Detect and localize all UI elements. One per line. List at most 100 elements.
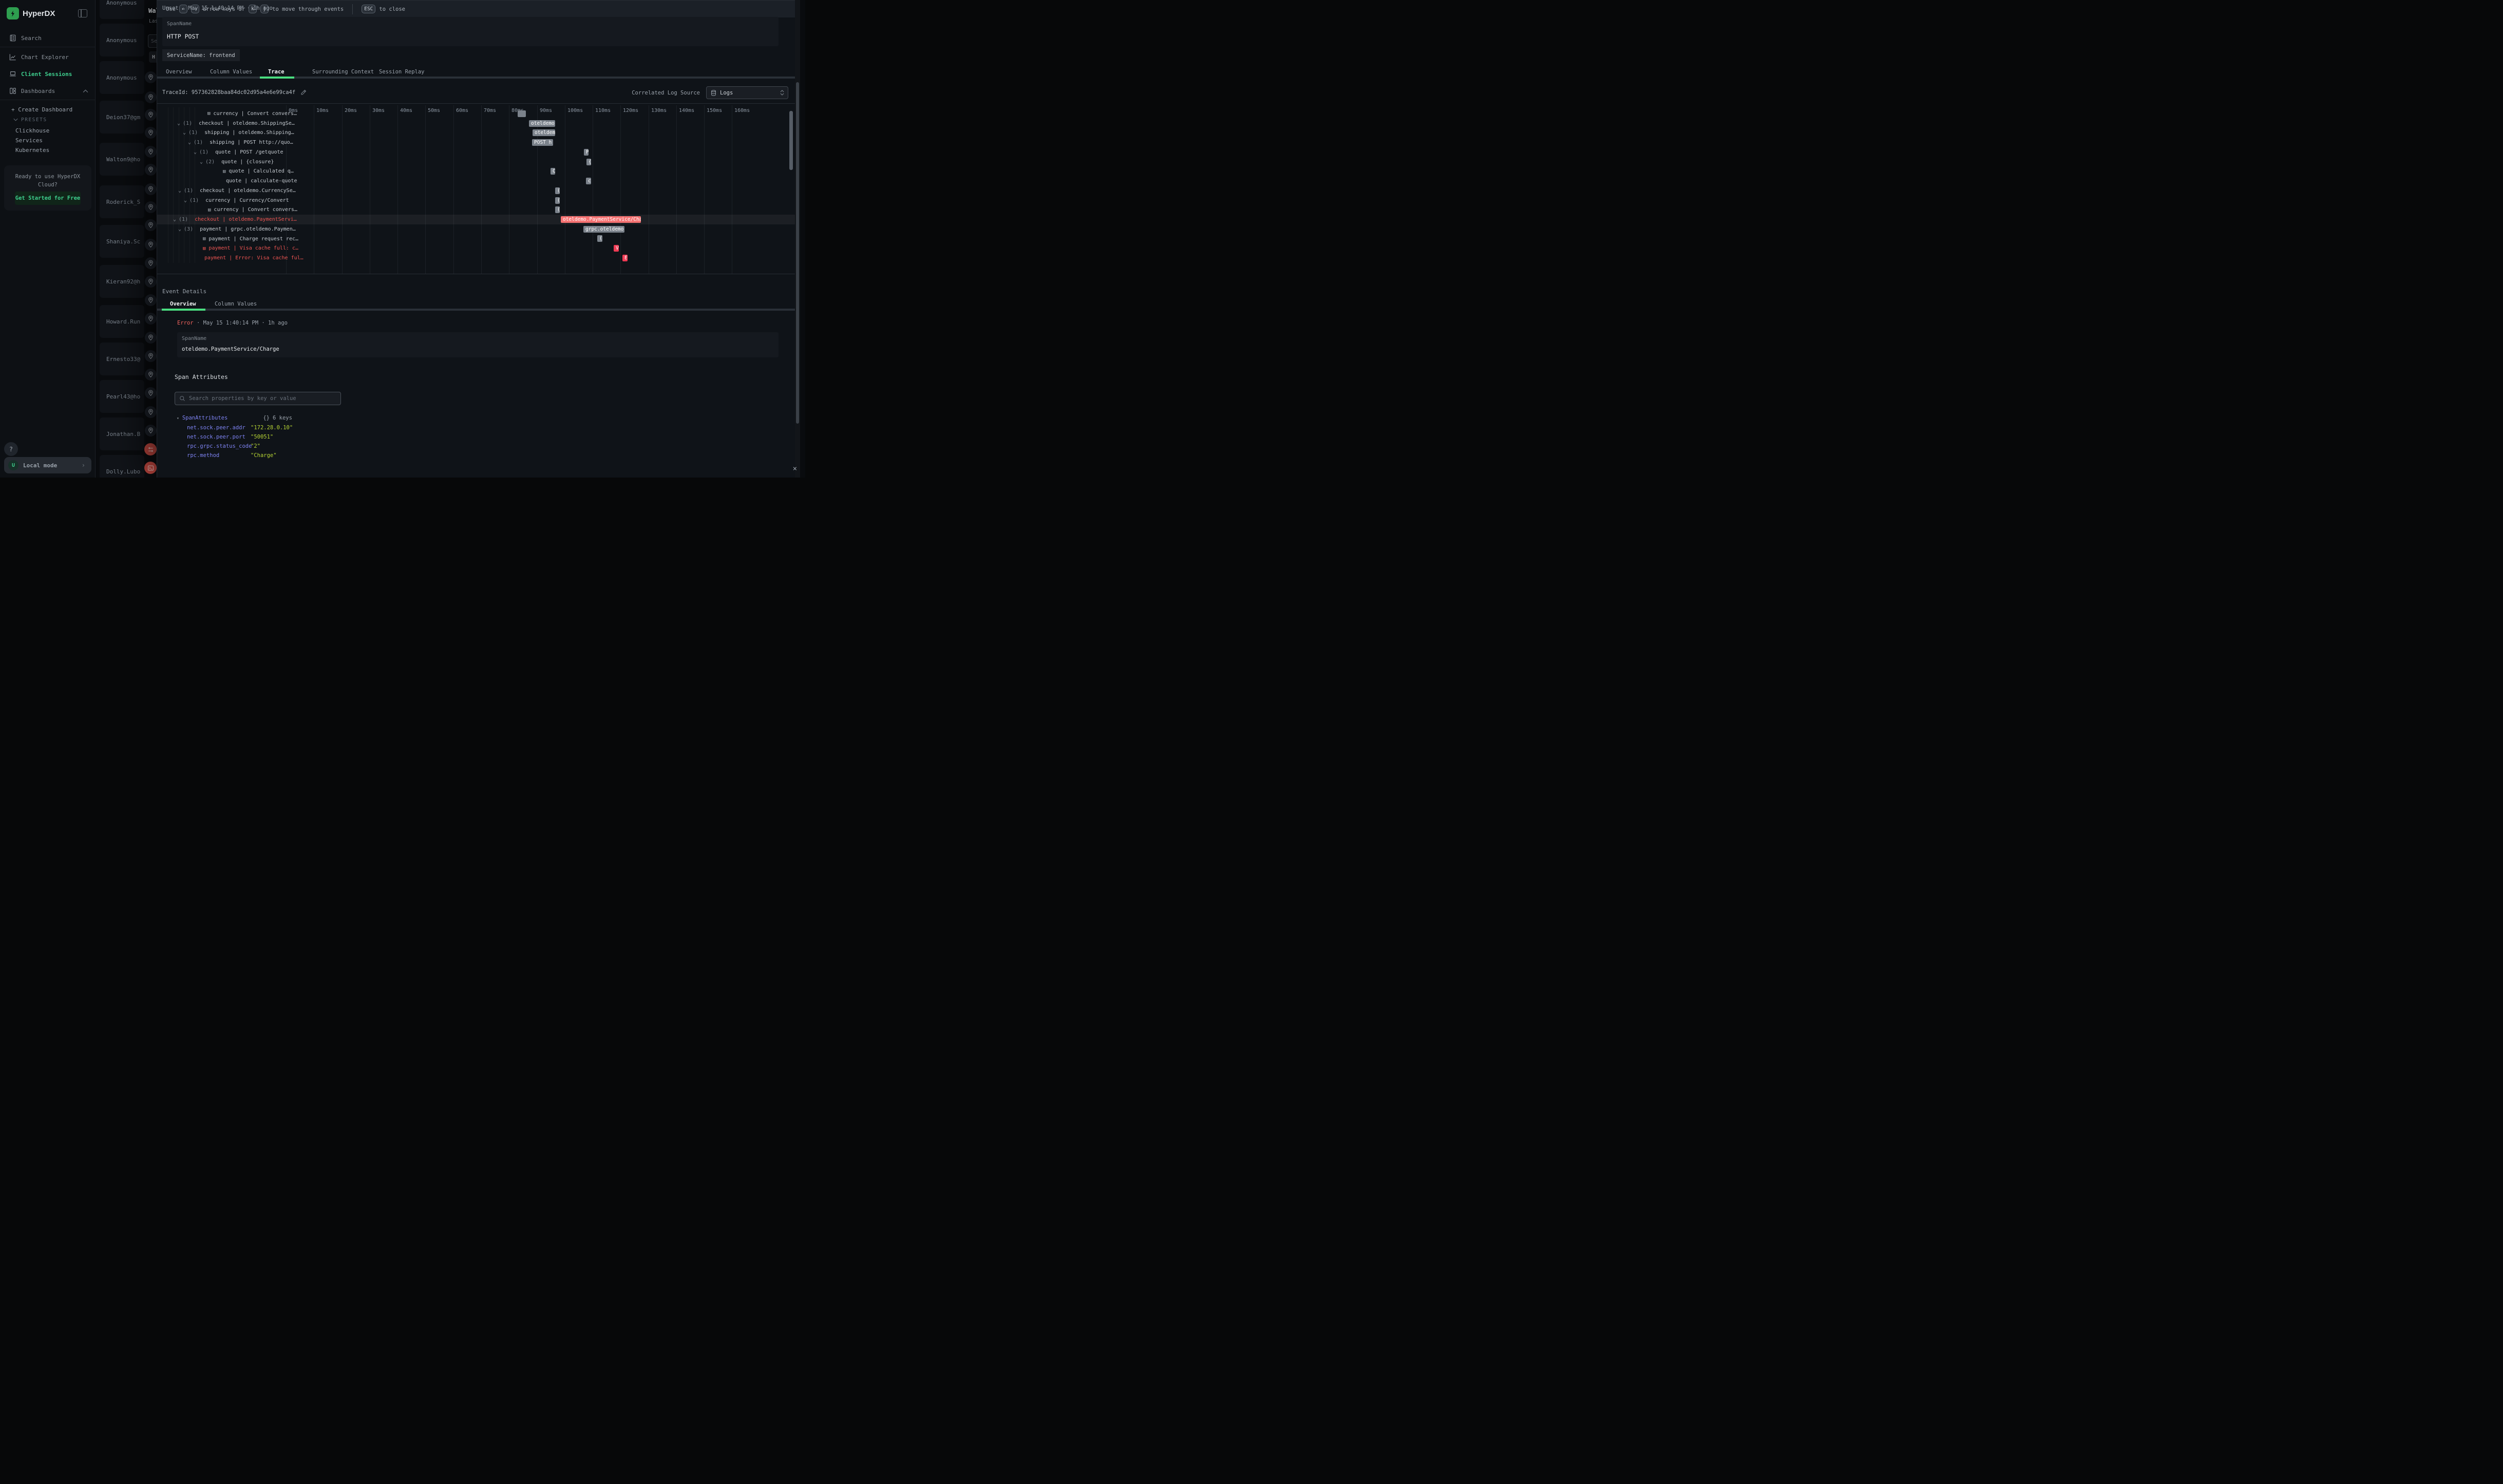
session-list-item[interactable]: Shaniya.Sc xyxy=(100,225,144,258)
attributes-search-input[interactable]: Search properties by key or value xyxy=(175,392,341,405)
close-icon[interactable]: × xyxy=(793,465,797,473)
hidden-panel-button[interactable]: H xyxy=(149,51,157,63)
session-list-item[interactable]: Anonymous xyxy=(100,24,144,56)
span-tree-row[interactable]: ⌄ (1) checkout | oteldemo.PaymentServi… xyxy=(157,215,795,224)
scrollbar-thumb[interactable] xyxy=(796,82,799,424)
span-duration-bar[interactable]: ( xyxy=(555,187,560,194)
span-tree-row[interactable]: ⌄ (1) currency | Currency/Convert xyxy=(157,196,795,205)
location-pin-icon[interactable] xyxy=(145,164,157,176)
tab-surrounding-context[interactable]: Surrounding Context xyxy=(312,69,374,75)
tab-trace[interactable]: Trace xyxy=(268,69,285,75)
presets-section-toggle[interactable]: PRESETS xyxy=(0,114,96,125)
span-tree-row[interactable]: ⌄ (1) checkout | oteldemo.ShippingSe… xyxy=(157,119,795,128)
span-duration-bar[interactable]: oteldem xyxy=(533,129,555,136)
row-chevron-icon[interactable]: ⌄ xyxy=(188,140,191,145)
create-dashboard-button[interactable]: + Create Dashboard xyxy=(0,104,96,115)
sidebar-collapse-icon[interactable] xyxy=(78,9,87,17)
location-pin-icon[interactable] xyxy=(145,201,157,213)
span-tree-row[interactable]: ⌄ (1) shipping | POST http://quo… xyxy=(157,138,795,147)
attribute-row[interactable]: rpc.grpc.status_code "2" xyxy=(187,443,546,452)
span-duration-bar[interactable]: ( xyxy=(597,235,602,242)
user-menu[interactable]: U Local mode › xyxy=(4,457,91,473)
row-chevron-icon[interactable]: ⌄ xyxy=(178,188,181,194)
span-duration-bar[interactable]: c xyxy=(586,178,591,184)
row-chevron-icon[interactable]: ⌄ xyxy=(194,149,197,155)
sidebar-item-chart-explorer[interactable]: Chart Explorer xyxy=(0,49,96,65)
location-pin-icon[interactable] xyxy=(145,219,157,231)
help-button[interactable]: ? xyxy=(4,442,18,456)
span-duration-bar[interactable]: P xyxy=(584,149,589,156)
tab-column-values[interactable]: Column Values xyxy=(210,69,252,75)
span-tree-row[interactable]: ▤ currency | Convert convers… xyxy=(157,109,795,119)
location-pin-icon[interactable] xyxy=(145,183,157,195)
sidebar-item-search[interactable]: Search xyxy=(0,30,96,46)
session-list-item[interactable]: Howard.Run xyxy=(100,305,144,338)
session-list-item[interactable]: Anonymous xyxy=(100,61,144,94)
span-duration-bar[interactable]: grpc.oteldemo. xyxy=(583,226,624,233)
span-duration-bar[interactable]: C xyxy=(551,168,555,175)
event-tab-overview[interactable]: Overview xyxy=(170,301,196,307)
span-tree-row[interactable]: ▤ payment | Charge request rec… xyxy=(157,234,795,244)
session-list-item[interactable]: Roderick_S xyxy=(100,185,144,218)
sidebar-item-dashboards[interactable]: Dashboards xyxy=(0,83,96,99)
session-list-item[interactable]: Kieran92@h xyxy=(100,265,144,298)
panel-scrollbar[interactable] xyxy=(795,0,800,478)
row-chevron-icon[interactable]: ⌄ xyxy=(173,217,176,222)
location-pin-icon[interactable] xyxy=(145,91,157,103)
location-pin-icon[interactable] xyxy=(145,369,157,380)
location-pin-icon[interactable] xyxy=(145,239,157,251)
span-tree-row[interactable]: ⌄ (1) shipping | oteldemo.Shipping… xyxy=(157,128,795,138)
service-name-chip[interactable]: ServiceName: frontend xyxy=(162,49,240,61)
event-tab-column-values[interactable]: Column Values xyxy=(215,301,257,307)
location-pin-icon[interactable] xyxy=(145,332,157,344)
span-duration-bar[interactable]: V xyxy=(614,245,619,252)
span-tree-row[interactable]: ⌄ (2) quote | {closure} xyxy=(157,157,795,167)
edit-pencil-icon[interactable] xyxy=(300,89,307,96)
span-duration-bar[interactable]: { xyxy=(586,159,591,165)
console-error-icon[interactable] xyxy=(144,462,157,474)
tab-overview[interactable]: Overview xyxy=(166,69,192,75)
span-tree-row[interactable]: quote | calculate-quote xyxy=(157,176,795,186)
location-pin-icon[interactable] xyxy=(145,406,157,418)
span-duration-bar[interactable]: POST h xyxy=(532,139,553,146)
location-pin-icon[interactable] xyxy=(145,146,157,158)
span-duration-bar[interactable]: ( xyxy=(555,206,560,213)
network-event-icon[interactable] xyxy=(144,443,157,455)
span-duration-bar[interactable] xyxy=(518,110,526,117)
row-chevron-icon[interactable]: ⌄ xyxy=(178,226,181,232)
row-chevron-icon[interactable]: ⌄ xyxy=(177,121,180,126)
session-list-item[interactable]: Anonymous xyxy=(100,0,144,19)
location-pin-icon[interactable] xyxy=(145,350,157,362)
row-chevron-icon[interactable]: ⌄ xyxy=(184,198,187,203)
location-pin-icon[interactable] xyxy=(145,109,157,121)
sidebar-item-client-sessions[interactable]: Client Sessions xyxy=(0,66,96,82)
span-duration-bar[interactable]: oteldemo. xyxy=(529,120,555,127)
row-chevron-icon[interactable]: ⌄ xyxy=(183,130,186,136)
session-list-item[interactable]: Walton9@ho xyxy=(100,143,144,176)
row-chevron-icon[interactable]: ⌄ xyxy=(200,159,203,165)
attribute-row[interactable]: rpc.method "Charge" xyxy=(187,452,546,462)
span-tree-row[interactable]: ▤ quote | Calculated q… xyxy=(157,167,795,177)
attribute-row[interactable]: net.sock.peer.addr "172.28.0.10" xyxy=(187,425,546,434)
span-tree-row[interactable]: ▤ payment | Visa cache full: c… xyxy=(157,244,795,254)
location-pin-icon[interactable] xyxy=(145,387,157,399)
span-tree-row[interactable]: ▤ currency | Convert convers… xyxy=(157,205,795,215)
span-tree-row[interactable]: ⌄ (3) payment | grpc.oteldemo.Paymen… xyxy=(157,224,795,234)
session-list-item[interactable]: Deion37@gm xyxy=(100,101,144,134)
session-list-item[interactable]: Jonathan.B xyxy=(100,417,144,450)
span-tree-row[interactable]: ⌄ (1) quote | POST /getquote xyxy=(157,147,795,157)
location-pin-icon[interactable] xyxy=(145,294,157,306)
span-duration-bar[interactable]: ( xyxy=(555,197,560,204)
location-pin-icon[interactable] xyxy=(145,127,157,139)
waterfall-scrollbar[interactable] xyxy=(789,111,793,170)
span-duration-bar[interactable]: oteldemo.PaymentService/Char xyxy=(561,216,641,223)
session-list-item[interactable]: Dolly.Lubo xyxy=(100,455,144,478)
session-list-item[interactable]: Pearl43@ho xyxy=(100,380,144,413)
location-pin-icon[interactable] xyxy=(145,257,157,269)
preset-item[interactable]: Kubernetes xyxy=(0,144,96,156)
tab-session-replay[interactable]: Session Replay xyxy=(379,69,425,75)
span-tree-row[interactable]: payment | Error: Visa cache ful… xyxy=(157,253,795,263)
attributes-root-row[interactable]: ▾ SpanAttributes {} 6 keys xyxy=(177,415,292,421)
session-list-item[interactable]: Ernesto33@ xyxy=(100,343,144,375)
log-source-select[interactable]: Logs xyxy=(706,86,788,99)
